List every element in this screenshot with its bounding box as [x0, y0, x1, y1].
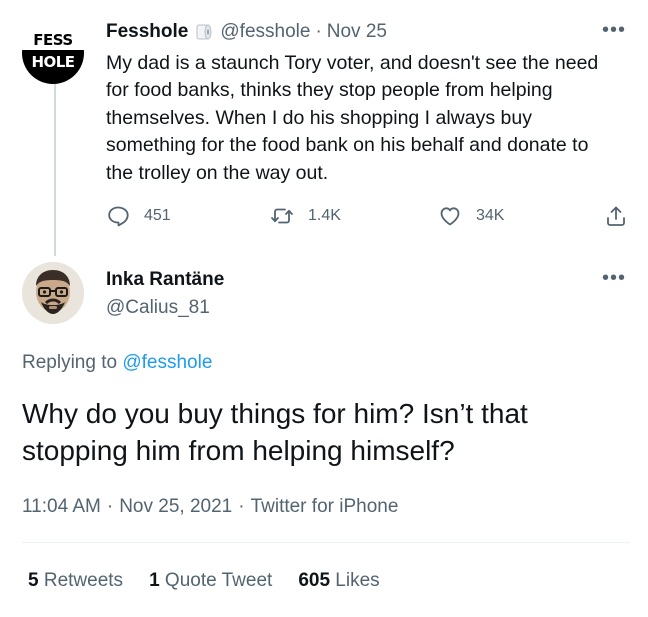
fesshole-avatar[interactable]: FESS HOLE: [22, 22, 84, 84]
heart-icon: [440, 207, 460, 226]
replying-to-mention[interactable]: @fesshole: [122, 352, 212, 373]
reply-author-handle[interactable]: @Calius_81: [106, 296, 210, 320]
reply-author-name[interactable]: Inka Rantäne: [106, 268, 224, 292]
replying-to-prefix: Replying to: [22, 352, 118, 373]
parent-author-handle[interactable]: @fesshole: [220, 21, 310, 43]
retweets-count: 5: [28, 570, 39, 591]
likes-stat[interactable]: 605 Likes: [298, 570, 379, 592]
replying-to-line: Replying to @fesshole: [22, 350, 212, 376]
share-button[interactable]: [604, 202, 642, 230]
quote-tweets-count: 1: [149, 570, 160, 591]
parent-tweet[interactable]: FESS HOLE Fesshole @fesshole · Nov 25 ••…: [0, 0, 648, 256]
tweet-source[interactable]: Twitter for iPhone: [251, 496, 399, 517]
toilet-roll-icon: [194, 22, 214, 42]
retweet-icon: [271, 208, 293, 224]
reply-icon: [108, 206, 129, 227]
divider: [22, 542, 630, 543]
reply-more-options-icon[interactable]: •••: [602, 268, 626, 288]
reply-button[interactable]: 451: [106, 202, 171, 230]
engagement-stats: 5 Retweets 1 Quote Tweet 605 Likes: [28, 568, 406, 594]
tweet-date[interactable]: Nov 25, 2021: [119, 496, 232, 517]
like-button[interactable]: 34K: [438, 202, 504, 230]
avatar-text-bottom: HOLE: [22, 50, 84, 84]
meta-separator-1: ·: [106, 496, 114, 517]
tweet-meta: 11:04 AM · Nov 25, 2021 · Twitter for iPhone: [22, 494, 398, 520]
retweets-label: Retweets: [43, 570, 124, 591]
share-icon: [607, 206, 625, 226]
quote-tweets-stat[interactable]: 1 Quote Tweet: [149, 570, 272, 592]
retweet-button[interactable]: 1.4K: [270, 202, 341, 230]
reply-count: 451: [144, 207, 171, 224]
quote-tweets-label: Quote Tweet: [164, 570, 273, 591]
meta-separator-2: ·: [238, 496, 245, 517]
parent-tweet-text: My dad is a staunch Tory voter, and does…: [106, 52, 599, 184]
reply-tweet-text: Why do you buy things for him? Isn’t tha…: [22, 398, 528, 466]
inka-avatar[interactable]: [22, 262, 84, 324]
retweet-count: 1.4K: [308, 207, 341, 224]
likes-count: 605: [298, 570, 331, 591]
parent-author-name[interactable]: Fesshole: [106, 21, 188, 43]
tweet-time[interactable]: 11:04 AM: [22, 496, 101, 517]
tweet-action-bar: 451 1.4K 34K: [106, 202, 636, 230]
parent-tweet-header: Fesshole @fesshole · Nov 25: [106, 20, 387, 44]
avatar-text-top: FESS: [33, 31, 73, 49]
retweets-stat[interactable]: 5 Retweets: [28, 570, 123, 592]
more-options-icon[interactable]: •••: [602, 20, 626, 40]
thread-connector: [54, 84, 56, 256]
likes-label: Likes: [335, 570, 380, 591]
header-separator: ·: [315, 21, 322, 42]
like-count: 34K: [476, 207, 505, 224]
parent-tweet-date[interactable]: Nov 25: [327, 21, 387, 43]
